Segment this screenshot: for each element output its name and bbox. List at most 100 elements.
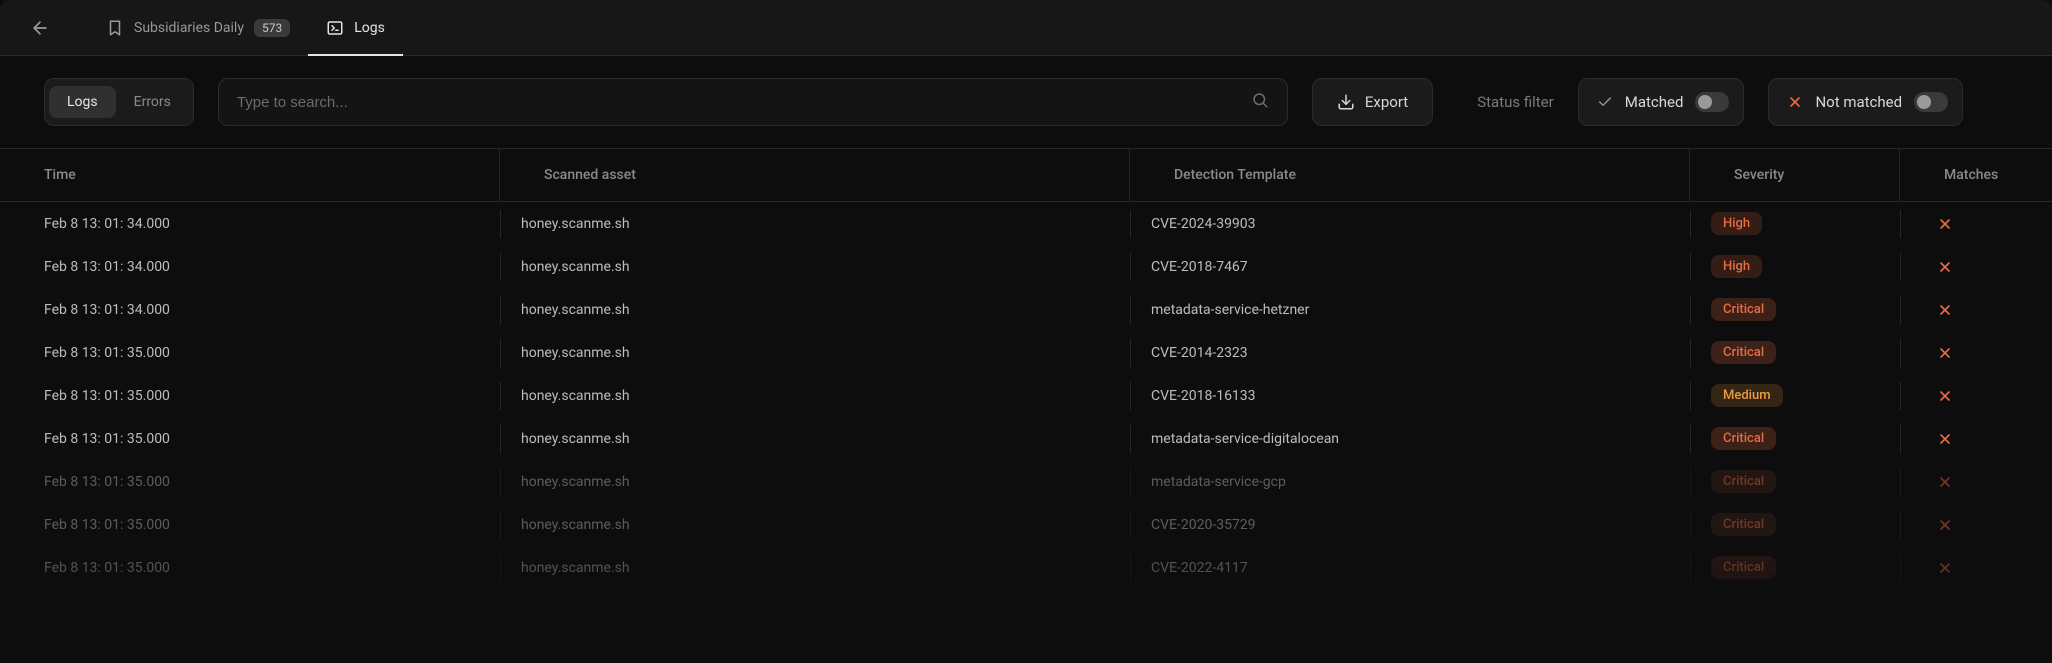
table-row[interactable]: Feb 8 13: 01: 34.000honey.scanme.shCVE-2… [0, 245, 2052, 288]
cell-template: CVE-2018-7467 [1130, 253, 1690, 281]
tab-count-badge: 573 [254, 19, 290, 37]
no-match-icon [1937, 345, 1953, 361]
cell-severity: Critical [1690, 296, 1900, 324]
check-icon [1597, 94, 1613, 110]
table-row[interactable]: Feb 8 13: 01: 34.000honey.scanme.shCVE-2… [0, 202, 2052, 245]
no-match-icon [1937, 216, 1953, 232]
table-row[interactable]: Feb 8 13: 01: 35.000honey.scanme.shCVE-2… [0, 331, 2052, 374]
cell-asset: honey.scanme.sh [500, 382, 1130, 410]
severity-badge: Critical [1711, 341, 1776, 364]
cell-severity: High [1690, 253, 1900, 281]
cell-template: CVE-2022-4117 [1130, 554, 1690, 582]
cell-severity: Critical [1690, 468, 1900, 496]
cell-severity: High [1690, 210, 1900, 238]
no-match-icon [1937, 517, 1953, 533]
cell-severity: Critical [1690, 425, 1900, 453]
filter-not-matched[interactable]: Not matched [1768, 78, 1963, 126]
x-icon [1787, 94, 1803, 110]
cell-template: CVE-2024-39903 [1130, 210, 1690, 238]
cell-asset: honey.scanme.sh [500, 339, 1130, 367]
cell-template: CVE-2020-35729 [1130, 511, 1690, 539]
not-matched-toggle[interactable] [1914, 92, 1948, 112]
tab-logs[interactable]: Logs [308, 0, 403, 55]
cell-template: metadata-service-gcp [1130, 468, 1690, 496]
cell-matches [1900, 339, 2052, 367]
cell-time: Feb 8 13: 01: 34.000 [0, 296, 500, 324]
table-row[interactable]: Feb 8 13: 01: 34.000honey.scanme.shmetad… [0, 288, 2052, 331]
severity-badge: Critical [1711, 470, 1776, 493]
table-row[interactable]: Feb 8 13: 01: 35.000honey.scanme.shCVE-2… [0, 374, 2052, 417]
table-row[interactable]: Feb 8 13: 01: 35.000honey.scanme.shmetad… [0, 460, 2052, 503]
cell-matches [1900, 296, 2052, 324]
no-match-icon [1937, 474, 1953, 490]
col-template: Detection Template [1130, 149, 1690, 201]
no-match-icon [1937, 302, 1953, 318]
cell-matches [1900, 253, 2052, 281]
severity-badge: High [1711, 212, 1762, 235]
not-matched-label: Not matched [1815, 93, 1902, 111]
log-table: Time Scanned asset Detection Template Se… [0, 148, 2052, 589]
cell-time: Feb 8 13: 01: 34.000 [0, 253, 500, 281]
cell-matches [1900, 210, 2052, 238]
col-severity: Severity [1690, 149, 1900, 201]
cell-time: Feb 8 13: 01: 35.000 [0, 468, 500, 496]
no-match-icon [1937, 560, 1953, 576]
export-button[interactable]: Export [1312, 78, 1433, 126]
table-header: Time Scanned asset Detection Template Se… [0, 148, 2052, 202]
col-time: Time [0, 149, 500, 201]
back-button[interactable] [24, 12, 56, 44]
cell-time: Feb 8 13: 01: 35.000 [0, 425, 500, 453]
cell-asset: honey.scanme.sh [500, 511, 1130, 539]
col-matches: Matches [1900, 149, 2052, 201]
table-row[interactable]: Feb 8 13: 01: 35.000honey.scanme.shmetad… [0, 417, 2052, 460]
severity-badge: Critical [1711, 298, 1776, 321]
cell-asset: honey.scanme.sh [500, 296, 1130, 324]
cell-asset: honey.scanme.sh [500, 253, 1130, 281]
no-match-icon [1937, 388, 1953, 404]
segment-errors[interactable]: Errors [116, 86, 189, 118]
filter-matched[interactable]: Matched [1578, 78, 1745, 126]
status-filter-label: Status filter [1477, 93, 1554, 111]
download-icon [1337, 93, 1355, 111]
terminal-icon [326, 19, 344, 37]
cell-severity: Critical [1690, 511, 1900, 539]
cell-matches [1900, 382, 2052, 410]
cell-matches [1900, 511, 2052, 539]
segment-logs[interactable]: Logs [49, 86, 116, 118]
logs-errors-segmented: Logs Errors [44, 78, 194, 126]
toolbar: Logs Errors Export Status filter Matched [0, 56, 2052, 148]
cell-template: CVE-2014-2323 [1130, 339, 1690, 367]
export-label: Export [1365, 93, 1408, 111]
tab-subsidiaries[interactable]: Subsidiaries Daily 573 [88, 0, 308, 55]
cell-matches [1900, 468, 2052, 496]
cell-asset: honey.scanme.sh [500, 210, 1130, 238]
cell-matches [1900, 425, 2052, 453]
search-input[interactable] [237, 94, 1251, 111]
tab-label: Subsidiaries Daily [134, 20, 244, 36]
col-asset: Scanned asset [500, 149, 1130, 201]
severity-badge: Critical [1711, 427, 1776, 450]
bookmark-icon [106, 19, 124, 37]
matched-toggle[interactable] [1695, 92, 1729, 112]
severity-badge: High [1711, 255, 1762, 278]
cell-asset: honey.scanme.sh [500, 554, 1130, 582]
tab-label: Logs [354, 20, 385, 36]
severity-badge: Medium [1711, 384, 1783, 407]
table-row[interactable]: Feb 8 13: 01: 35.000honey.scanme.shCVE-2… [0, 503, 2052, 546]
table-row[interactable]: Feb 8 13: 01: 35.000honey.scanme.shCVE-2… [0, 546, 2052, 589]
cell-time: Feb 8 13: 01: 35.000 [0, 511, 500, 539]
cell-time: Feb 8 13: 01: 35.000 [0, 554, 500, 582]
severity-badge: Critical [1711, 556, 1776, 579]
no-match-icon [1937, 259, 1953, 275]
matched-label: Matched [1625, 93, 1684, 111]
cell-time: Feb 8 13: 01: 34.000 [0, 210, 500, 238]
cell-time: Feb 8 13: 01: 35.000 [0, 382, 500, 410]
cell-severity: Critical [1690, 339, 1900, 367]
cell-template: metadata-service-digitalocean [1130, 425, 1690, 453]
severity-badge: Critical [1711, 513, 1776, 536]
cell-matches [1900, 554, 2052, 582]
cell-asset: honey.scanme.sh [500, 468, 1130, 496]
search-box [218, 78, 1288, 126]
no-match-icon [1937, 431, 1953, 447]
arrow-left-icon [30, 18, 50, 38]
